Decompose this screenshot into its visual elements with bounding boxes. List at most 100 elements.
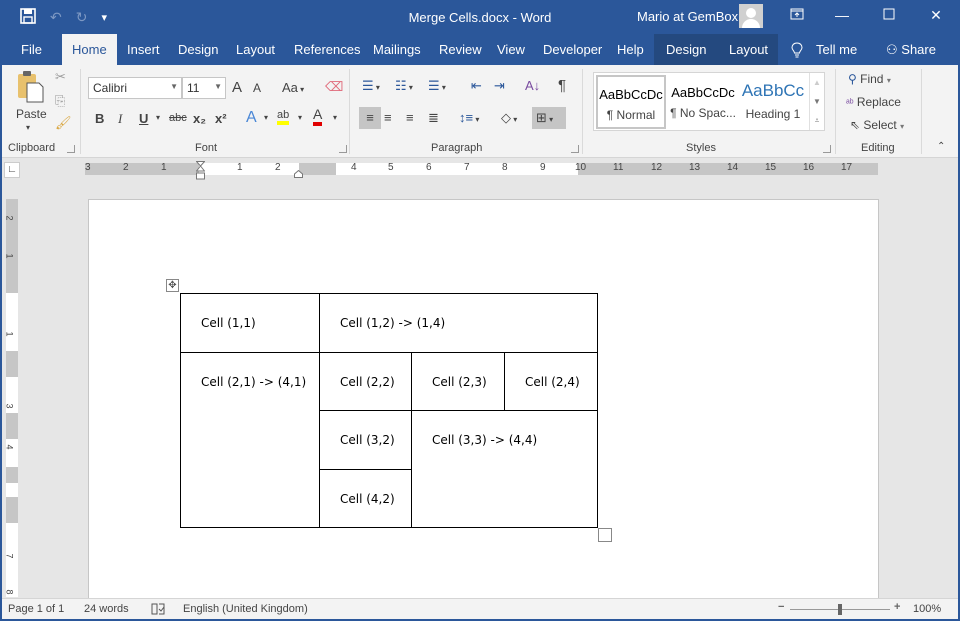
bullets-icon[interactable]: ☰ ▾ (362, 78, 380, 94)
word-count[interactable]: 24 words (84, 603, 129, 615)
highlight-icon[interactable]: ab (277, 109, 290, 125)
style-heading-1[interactable]: AaBbCc Heading 1 (738, 75, 808, 129)
cut-icon[interactable]: ✂ (55, 69, 66, 85)
clear-formatting-icon[interactable]: ⌫ (325, 79, 343, 95)
underline-button[interactable]: U (139, 111, 148, 126)
table-cell[interactable]: Cell (4,2) (319, 469, 412, 528)
tab-selector-icon[interactable]: ∟ (4, 162, 20, 178)
tell-me-search[interactable]: Tell me (816, 42, 857, 57)
superscript-button[interactable]: x² (215, 111, 227, 126)
tab-design[interactable]: Design (178, 42, 218, 57)
scroll-down-icon[interactable]: ▼ (810, 92, 824, 111)
title-bar: ↶ ↻ ▾ Merge Cells.docx - Word Mario at G… (0, 0, 960, 34)
language[interactable]: English (United Kingdom) (183, 603, 308, 615)
paragraph-group-label: Paragraph (431, 142, 483, 154)
font-color-dropdown-icon[interactable]: ▾ (333, 113, 337, 122)
align-center-button[interactable]: ≡ (384, 107, 392, 129)
tab-developer[interactable]: Developer (543, 42, 602, 57)
clipboard-launcher-icon[interactable] (67, 145, 75, 153)
indent-marker[interactable] (195, 161, 206, 181)
tab-view[interactable]: View (497, 42, 525, 57)
tab-references[interactable]: References (294, 42, 360, 57)
table-resize-handle[interactable] (598, 528, 612, 542)
justify-button[interactable]: ≣ (428, 107, 439, 129)
close-button[interactable]: ✕ (921, 7, 951, 24)
italic-button[interactable]: I (118, 111, 122, 127)
grow-font-icon[interactable]: A (232, 79, 242, 96)
table-cell[interactable]: Cell (1,1) (180, 293, 320, 353)
shading-icon[interactable]: ◇ ▾ (501, 107, 517, 131)
maximize-button[interactable] (874, 7, 904, 23)
format-painter-icon[interactable]: 🖌 (55, 115, 72, 131)
underline-dropdown-icon[interactable]: ▾ (156, 113, 160, 122)
table-move-handle-icon[interactable]: ✥ (166, 279, 179, 292)
text-effects-dropdown-icon[interactable]: ▾ (264, 113, 268, 122)
line-spacing-icon[interactable]: ↕≡ ▾ (459, 107, 479, 131)
tab-file[interactable]: File (21, 42, 42, 57)
tab-mailings[interactable]: Mailings (373, 42, 421, 57)
highlight-dropdown-icon[interactable]: ▾ (298, 113, 302, 122)
table-cell[interactable]: Cell (2,2) (319, 352, 412, 411)
numbering-icon[interactable]: ☷ ▾ (395, 78, 413, 94)
paragraph-launcher-icon[interactable] (571, 145, 579, 153)
increase-indent-icon[interactable]: ⇥ (494, 78, 505, 94)
ribbon-display-options-icon[interactable] (782, 7, 812, 23)
vertical-ruler[interactable]: 2 1 1 3 4 7 8 (5, 199, 18, 597)
zoom-in-button[interactable]: + (894, 601, 900, 613)
change-case-button[interactable]: Aa ▾ (282, 80, 304, 95)
table-cell[interactable]: Cell (2,4) (504, 352, 598, 411)
avatar[interactable] (739, 4, 763, 28)
table-cell[interactable]: Cell (3,3) -> (4,4) (411, 410, 598, 528)
font-color-icon[interactable]: A (313, 107, 323, 126)
zoom-slider-thumb[interactable] (838, 604, 842, 615)
tab-layout[interactable]: Layout (236, 42, 275, 57)
zoom-level[interactable]: 100% (913, 603, 941, 615)
table-cell[interactable]: Cell (2,1) -> (4,1) (180, 352, 320, 528)
minimize-button[interactable]: — (827, 7, 857, 23)
font-launcher-icon[interactable] (339, 145, 347, 153)
table-cell[interactable]: Cell (1,2) -> (1,4) (319, 293, 598, 353)
tab-insert[interactable]: Insert (127, 42, 160, 57)
paste-button[interactable] (15, 70, 45, 107)
align-left-button[interactable]: ≡ (359, 107, 381, 129)
style-no-spacing[interactable]: AaBbCcDc ¶ No Spac... (668, 75, 738, 129)
user-name[interactable]: Mario at GemBox (637, 9, 738, 24)
show-formatting-marks-icon[interactable]: ¶ (558, 77, 566, 94)
find-button[interactable]: ⚲ Find ▾ (848, 72, 891, 86)
page-count[interactable]: Page 1 of 1 (8, 603, 64, 615)
multilevel-list-icon[interactable]: ☰ ▾ (428, 78, 446, 94)
strikethrough-button[interactable]: abc (169, 112, 187, 124)
bold-button[interactable]: B (95, 111, 104, 126)
shrink-font-icon[interactable]: A (253, 81, 261, 95)
table-cell[interactable]: Cell (2,3) (411, 352, 505, 411)
tab-review[interactable]: Review (439, 42, 482, 57)
copy-icon[interactable]: ⎘ (55, 93, 65, 109)
collapse-ribbon-icon[interactable]: ⌃ (937, 141, 945, 152)
tab-table-design[interactable]: Design (666, 42, 706, 57)
sort-icon[interactable]: A↓ (525, 78, 540, 93)
select-button[interactable]: ⇖ Select ▾ (850, 118, 904, 132)
right-indent-marker[interactable] (294, 167, 303, 178)
borders-button[interactable]: ⊞ ▾ (532, 107, 566, 129)
styles-launcher-icon[interactable] (823, 145, 831, 153)
text-effects-icon[interactable]: A (246, 109, 257, 127)
align-right-button[interactable]: ≡ (406, 107, 414, 129)
paste-dropdown-icon[interactable]: ▾ (26, 123, 30, 132)
subscript-button[interactable]: x₂ (193, 111, 206, 126)
tab-help[interactable]: Help (617, 42, 644, 57)
style-normal[interactable]: AaBbCcDc ¶ Normal (596, 75, 666, 129)
styles-scrollbar[interactable]: ▲ ▼ ⩡ (809, 73, 824, 130)
tab-table-layout[interactable]: Layout (729, 42, 768, 57)
font-size-combo[interactable]: 11 ▼ (182, 77, 226, 99)
decrease-indent-icon[interactable]: ⇤ (471, 78, 482, 94)
zoom-out-button[interactable]: − (778, 601, 784, 613)
tab-home[interactable]: Home (62, 34, 117, 65)
font-name-combo[interactable]: Calibri ▼ (88, 77, 182, 99)
more-styles-icon[interactable]: ⩡ (810, 111, 824, 130)
share-button[interactable]: ⚇ Share (886, 42, 936, 58)
replace-button[interactable]: ᵃᵇ Replace (846, 95, 901, 109)
scroll-up-icon[interactable]: ▲ (810, 73, 824, 92)
table-cell[interactable]: Cell (3,2) (319, 410, 412, 470)
proofing-icon[interactable] (151, 603, 165, 618)
ribbon: Paste ▾ ✂ ⎘ 🖌 Clipboard Calibri ▼ 11 ▼ A A… (0, 65, 960, 158)
